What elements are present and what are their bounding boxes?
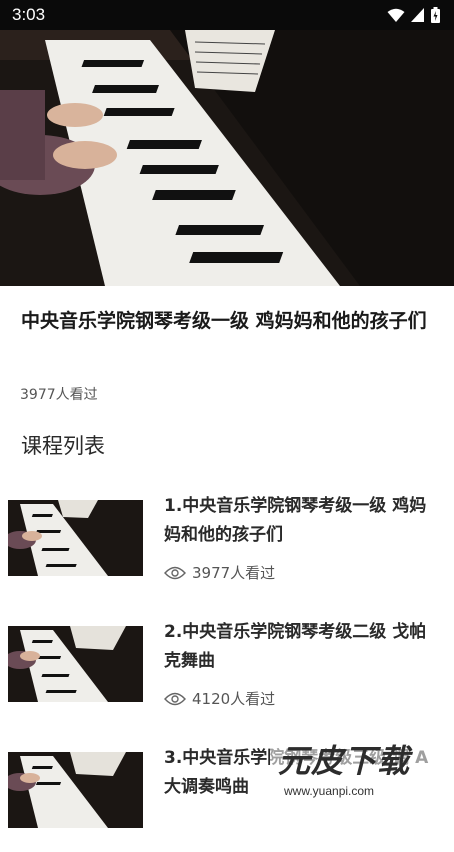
watermark-logo: 元皮下载 <box>278 742 411 780</box>
lesson-views: 3977人看过 <box>164 562 275 583</box>
lesson-thumbnail <box>8 500 143 576</box>
eye-icon <box>164 692 186 705</box>
wifi-icon <box>387 8 405 22</box>
lesson-views: 4120人看过 <box>164 688 275 709</box>
piano-video-image <box>0 30 454 286</box>
status-bar: 3:03 <box>0 0 454 30</box>
status-time: 3:03 <box>12 5 46 24</box>
lesson-title: 2.中央音乐学院钢琴考级二级 戈帕克舞曲 <box>164 622 427 671</box>
video-view-count: 3977人看过 <box>20 387 98 403</box>
video-title: 中央音乐学院钢琴考级一级 鸡妈妈和他的孩子们 <box>21 310 427 332</box>
list-item[interactable]: 1.中央音乐学院钢琴考级一级 鸡妈妈和他的孩子们 3977人看过 <box>0 496 454 600</box>
lesson-thumbnail <box>8 626 143 702</box>
watermark-url: www.yuanpi.com <box>284 784 375 798</box>
watermark: 元皮下载 www.yuanpi.com <box>270 732 454 807</box>
course-list-heading: 课程列表 <box>21 434 105 458</box>
signal-icon <box>411 8 424 22</box>
lesson-thumbnail <box>8 752 143 828</box>
eye-icon <box>164 566 186 579</box>
lesson-view-count: 3977人看过 <box>192 564 276 582</box>
video-player[interactable] <box>0 30 454 286</box>
lesson-view-count: 4120人看过 <box>192 690 276 708</box>
list-item[interactable]: 2.中央音乐学院钢琴考级二级 戈帕克舞曲 4120人看过 <box>0 622 454 726</box>
battery-icon <box>431 7 440 23</box>
status-icons <box>387 7 440 23</box>
lesson-title: 1.中央音乐学院钢琴考级一级 鸡妈妈和他的孩子们 <box>164 496 427 545</box>
